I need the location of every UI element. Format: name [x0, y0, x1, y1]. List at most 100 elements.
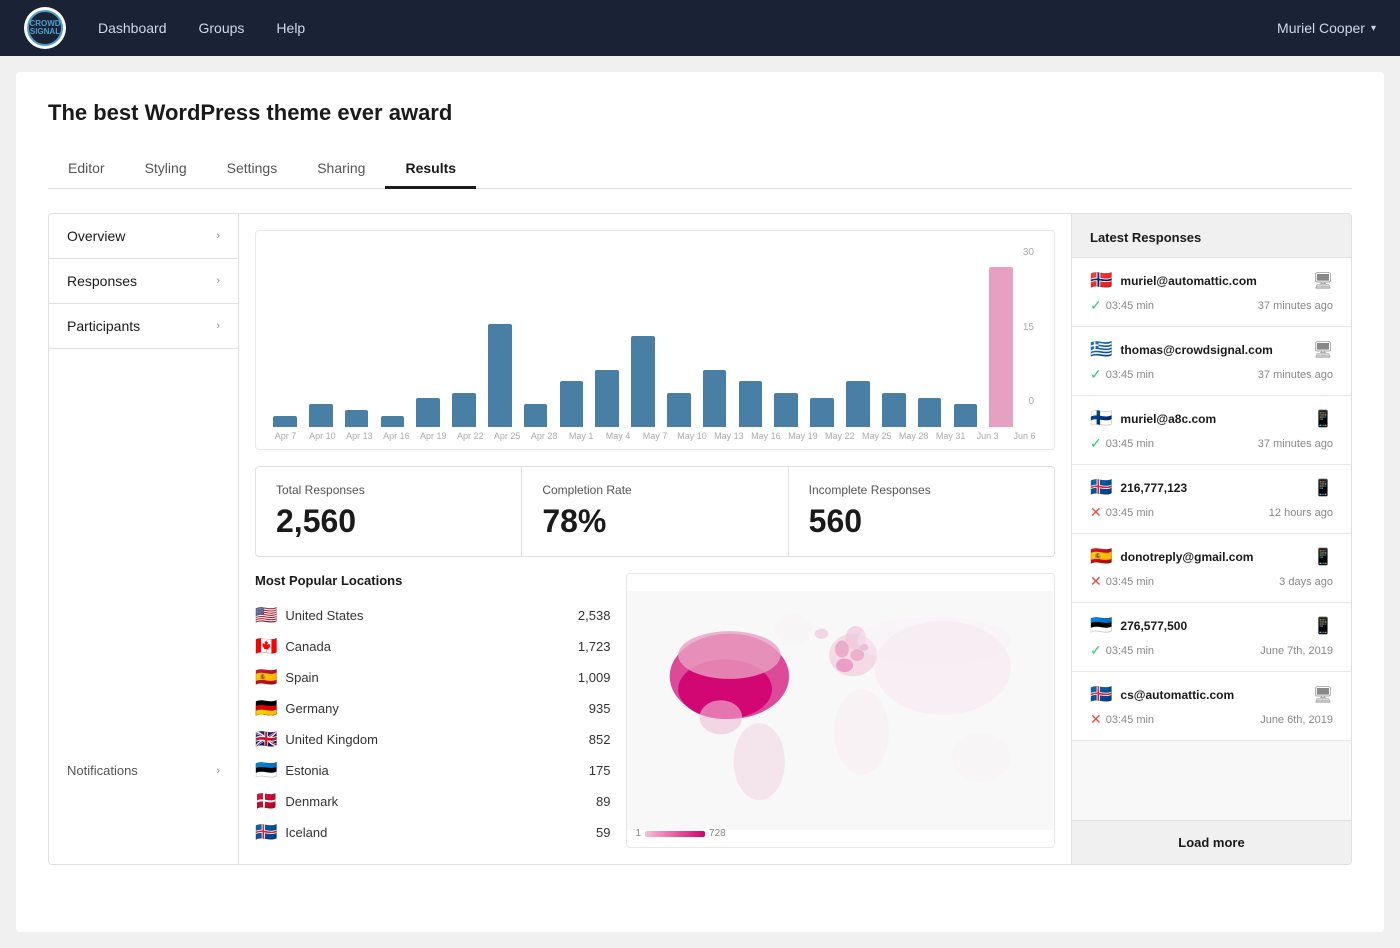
- locations-title: Most Popular Locations: [255, 573, 610, 588]
- location-row: 🇪🇪 Estonia 175: [255, 755, 610, 786]
- response-item: 🇳🇴 muriel@automattic.com 🖥 ✓ 03:45 min 3…: [1072, 258, 1351, 327]
- nav-groups[interactable]: Groups: [199, 20, 245, 36]
- mobile-icon: 📱: [1313, 616, 1333, 636]
- navigation: CROWDSIGNAL Dashboard Groups Help Muriel…: [0, 0, 1400, 56]
- chart-bar-group: [555, 267, 589, 427]
- content-area: Overview › Responses › Participants › No…: [48, 213, 1352, 865]
- chart-bar: [452, 393, 476, 427]
- stat-completion-label: Completion Rate: [542, 483, 767, 497]
- sidebar-label-notifications: Notifications: [67, 763, 138, 778]
- status-err-icon: ✕: [1090, 504, 1102, 521]
- chart-x-label: May 22: [822, 431, 857, 441]
- location-name: Spain: [285, 670, 569, 685]
- sidebar-item-participants[interactable]: Participants ›: [49, 304, 238, 349]
- chart-bar: [667, 393, 691, 427]
- chart-bar-group: [447, 267, 481, 427]
- sidebar: Overview › Responses › Participants › No…: [49, 214, 239, 864]
- response-time: 03:45 min: [1106, 645, 1154, 657]
- response-status: ✕ 03:45 min: [1090, 504, 1154, 521]
- response-chart: 30 15 0 Apr 7Apr 10Apr 13Apr 16Apr 19Apr…: [255, 230, 1055, 450]
- locations-panel: Most Popular Locations 🇺🇸 United States …: [255, 573, 610, 848]
- response-status: ✕ 03:45 min: [1090, 711, 1154, 728]
- load-more-button[interactable]: Load more: [1072, 820, 1351, 864]
- map-legend-bar: [645, 831, 705, 837]
- response-item: 🇬🇷 thomas@crowdsignal.com 🖥 ✓ 03:45 min …: [1072, 327, 1351, 396]
- tab-settings[interactable]: Settings: [207, 150, 298, 189]
- main-content: The best WordPress theme ever award Edit…: [16, 72, 1384, 932]
- response-ago: 37 minutes ago: [1258, 300, 1333, 312]
- map-legend-min: 1: [635, 828, 641, 839]
- chart-bar: [810, 398, 834, 427]
- chart-y-15: 15: [1023, 322, 1034, 333]
- response-item: 🇮🇸 cs@automattic.com 🖥 ✕ 03:45 min June …: [1072, 672, 1351, 741]
- chart-x-label: May 13: [711, 431, 746, 441]
- tab-editor[interactable]: Editor: [48, 150, 125, 189]
- stat-incomplete: Incomplete Responses 560: [789, 467, 1054, 556]
- chart-bar-group: [340, 267, 374, 427]
- location-row: 🇨🇦 Canada 1,723: [255, 631, 610, 662]
- response-meta: ✕ 03:45 min 3 days ago: [1090, 573, 1333, 590]
- tab-sharing[interactable]: Sharing: [297, 150, 385, 189]
- nav-links: Dashboard Groups Help: [98, 20, 1277, 36]
- page-title: The best WordPress theme ever award: [48, 100, 1352, 126]
- chart-x-label: Apr 10: [305, 431, 340, 441]
- tab-styling[interactable]: Styling: [125, 150, 207, 189]
- location-flag: 🇮🇸: [255, 822, 277, 843]
- chart-bar: [488, 324, 512, 427]
- response-header: 🇫🇮 muriel@a8c.com 📱: [1090, 408, 1333, 429]
- chart-bar: [381, 416, 405, 427]
- desktop-icon: 🖥: [1313, 685, 1333, 705]
- location-name: Iceland: [285, 825, 588, 840]
- location-flag: 🇩🇰: [255, 791, 277, 812]
- response-status: ✓ 03:45 min: [1090, 435, 1154, 452]
- nav-help[interactable]: Help: [276, 20, 305, 36]
- sidebar-label-participants: Participants: [67, 318, 140, 334]
- map-legend-max: 728: [709, 828, 726, 839]
- tab-results[interactable]: Results: [385, 150, 476, 189]
- response-header: 🇪🇪 276,577,500 📱: [1090, 615, 1333, 636]
- bottom-row: Most Popular Locations 🇺🇸 United States …: [255, 573, 1055, 848]
- chart-x-label: May 7: [638, 431, 673, 441]
- chart-bar-group: [769, 267, 803, 427]
- logo[interactable]: CROWDSIGNAL: [24, 7, 66, 49]
- user-menu[interactable]: Muriel Cooper ▾: [1277, 20, 1376, 36]
- chart-x-label: Apr 28: [527, 431, 562, 441]
- response-email: muriel@automattic.com: [1120, 274, 1304, 288]
- chart-bar-group: [948, 267, 982, 427]
- chart-x-label: Jun 6: [1007, 431, 1042, 441]
- chart-bar-group: [519, 267, 553, 427]
- location-count: 1,723: [578, 639, 611, 654]
- response-meta: ✓ 03:45 min 37 minutes ago: [1090, 435, 1333, 452]
- sidebar-item-responses[interactable]: Responses ›: [49, 259, 238, 304]
- location-name: Estonia: [285, 763, 580, 778]
- response-header: 🇪🇸 donotreply@gmail.com 📱: [1090, 546, 1333, 567]
- chart-x-label: Apr 19: [416, 431, 451, 441]
- response-header: 🇮🇸 216,777,123 📱: [1090, 477, 1333, 498]
- sidebar-item-overview[interactable]: Overview ›: [49, 214, 238, 259]
- response-time: 03:45 min: [1106, 438, 1154, 450]
- location-name: United States: [285, 608, 569, 623]
- chart-bar-group: [662, 267, 696, 427]
- chart-x-label: Apr 25: [490, 431, 525, 441]
- response-header: 🇮🇸 cs@automattic.com 🖥: [1090, 684, 1333, 705]
- mobile-icon: 📱: [1313, 409, 1333, 429]
- response-status: ✓ 03:45 min: [1090, 642, 1154, 659]
- tab-bar: Editor Styling Settings Sharing Results: [48, 150, 1352, 189]
- chart-bar: [739, 381, 763, 427]
- status-ok-icon: ✓: [1090, 297, 1102, 314]
- stats-row: Total Responses 2,560 Completion Rate 78…: [255, 466, 1055, 557]
- nav-dashboard[interactable]: Dashboard: [98, 20, 167, 36]
- chevron-right-icon: ›: [216, 320, 220, 332]
- response-status: ✓ 03:45 min: [1090, 297, 1154, 314]
- sidebar-item-notifications[interactable]: Notifications ›: [49, 749, 238, 792]
- status-err-icon: ✕: [1090, 711, 1102, 728]
- sidebar-label-responses: Responses: [67, 273, 137, 289]
- mobile-icon: 📱: [1313, 547, 1333, 567]
- chart-bar: [595, 370, 619, 427]
- location-flag: 🇩🇪: [255, 698, 277, 719]
- location-count: 2,538: [578, 608, 611, 623]
- chart-bar-group: [626, 267, 660, 427]
- location-name: Canada: [285, 639, 569, 654]
- chart-bar-group: [734, 267, 768, 427]
- response-ago: 37 minutes ago: [1258, 438, 1333, 450]
